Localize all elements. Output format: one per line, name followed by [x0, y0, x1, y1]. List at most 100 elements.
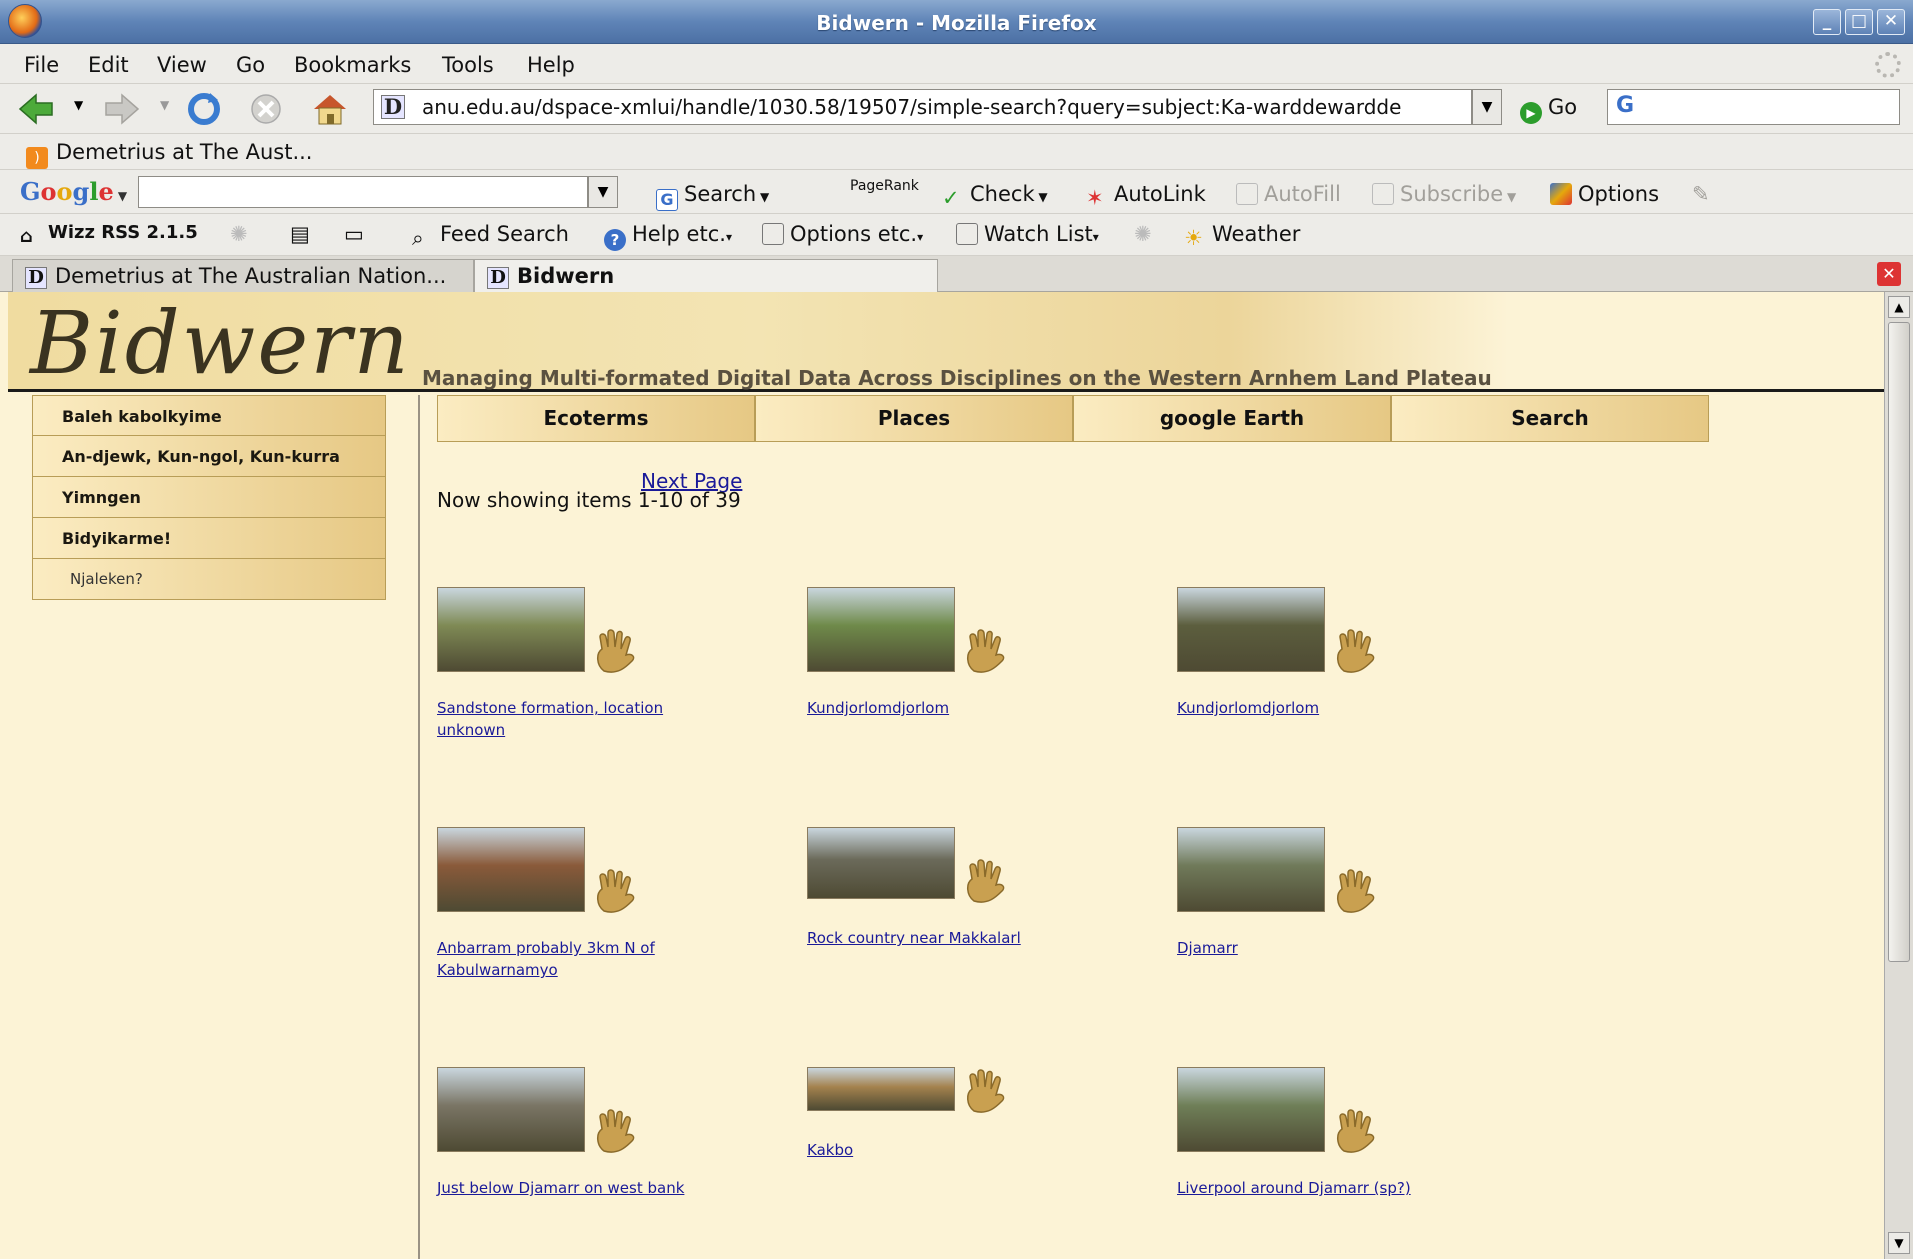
highlighter-icon[interactable]: ✎	[1692, 182, 1710, 206]
google-search-button[interactable]: G Search ▼	[656, 182, 769, 211]
spell-check-button[interactable]: ✓ Check ▼	[942, 182, 1048, 210]
result-thumbnail[interactable]	[807, 587, 955, 672]
site-favicon-icon: D	[381, 95, 405, 119]
google-search-dropdown[interactable]: ▼	[588, 176, 618, 208]
autolink-button[interactable]: ✶ AutoLink	[1086, 182, 1206, 210]
sidebar-item-baleh-kabolkyime[interactable]: Baleh kabolkyime	[32, 395, 386, 436]
wand-icon: ✶	[1086, 186, 1104, 210]
result-thumbnail[interactable]	[1177, 827, 1325, 912]
hand-icon[interactable]	[1332, 867, 1382, 915]
google-logo[interactable]: Google ▼	[20, 177, 127, 206]
result-caption-link[interactable]: Liverpool around Djamarr (sp?)	[1177, 1177, 1447, 1199]
home-icon[interactable]	[310, 91, 350, 127]
nav-search[interactable]: Search	[1391, 395, 1709, 442]
subscribe-button[interactable]: Subscribe ▼	[1372, 182, 1516, 206]
bookmark-demetrius[interactable]: ) Demetrius at The Aust...	[26, 140, 312, 169]
close-window-button[interactable]: ✕	[1877, 9, 1905, 35]
browser-window: Bidwern - Mozilla Firefox _ □ ✕ File Edi…	[0, 0, 1913, 1259]
go-button[interactable]: ▶ Go	[1520, 95, 1577, 124]
result-item: Kundjorlomdjorlom	[1177, 587, 1477, 747]
sidebar-item-njaleken[interactable]: Njaleken?	[32, 559, 386, 600]
sidebar-item-yimngen[interactable]: Yimngen	[32, 477, 386, 518]
help-etc-button[interactable]: ? Help etc.▾	[604, 222, 732, 251]
hand-icon[interactable]	[962, 627, 1012, 675]
sidebar-item-bidyikarme[interactable]: Bidyikarme!	[32, 518, 386, 559]
hand-icon[interactable]	[592, 1107, 642, 1155]
result-caption-link[interactable]: Anbarram probably 3km N of Kabulwarnamyo	[437, 937, 727, 981]
hand-icon[interactable]	[592, 627, 642, 675]
navigation-toolbar: ▼ ▼ D anu.edu.au/dspace-xmlui/handle/103…	[0, 84, 1913, 134]
result-caption-link[interactable]: Sandstone formation, location unknown	[437, 697, 727, 741]
scroll-up-icon[interactable]: ▲	[1888, 296, 1910, 318]
menu-file[interactable]: File	[24, 53, 59, 77]
result-caption-link[interactable]: Kundjorlomdjorlom	[1177, 697, 1447, 719]
scroll-down-icon[interactable]: ▼	[1888, 1232, 1910, 1254]
url-input[interactable]: D anu.edu.au/dspace-xmlui/handle/1030.58…	[373, 89, 1472, 125]
site-logo[interactable]: Bidwern	[30, 294, 411, 394]
wizz-rss-button[interactable]: ⌂ Wizz RSS 2.1.5	[20, 222, 198, 248]
watch-list-button[interactable]: Watch List▾	[956, 222, 1099, 246]
options-etc-button[interactable]: Options etc.▾	[762, 222, 923, 246]
forward-arrow-icon[interactable]	[102, 91, 142, 127]
menu-help[interactable]: Help	[527, 53, 575, 77]
menu-tools[interactable]: Tools	[442, 53, 494, 77]
menu-view[interactable]: View	[157, 53, 207, 77]
tab-demetrius[interactable]: D Demetrius at The Australian Nation...	[12, 259, 474, 292]
result-thumbnail[interactable]	[437, 587, 585, 672]
close-tab-icon[interactable]: ✕	[1877, 262, 1901, 286]
forward-dropdown-icon[interactable]: ▼	[160, 98, 169, 112]
menu-edit[interactable]: Edit	[88, 53, 129, 77]
google-g-icon: G	[656, 189, 678, 211]
tab-bidwern[interactable]: D Bidwern	[474, 259, 938, 293]
nav-places[interactable]: Places	[755, 395, 1073, 442]
search-engine-input[interactable]: G	[1607, 89, 1900, 125]
menu-go[interactable]: Go	[236, 53, 265, 77]
weather-button[interactable]: ☀ Weather	[1184, 222, 1300, 250]
google-options-button[interactable]: Options	[1550, 182, 1659, 206]
result-caption-link[interactable]: Djamarr	[1177, 937, 1447, 959]
google-search-input[interactable]	[138, 176, 588, 208]
top-nav: Ecoterms Places google Earth Search	[437, 395, 1709, 442]
autofill-button[interactable]: AutoFill	[1236, 182, 1341, 206]
minimize-button[interactable]: _	[1813, 9, 1841, 35]
result-item: Kundjorlomdjorlom	[807, 587, 1107, 747]
result-thumbnail[interactable]	[807, 1067, 955, 1111]
result-thumbnail[interactable]	[1177, 587, 1325, 672]
reload-icon[interactable]	[184, 91, 224, 127]
tab-favicon-icon: D	[25, 267, 47, 289]
house-icon: ⌂	[20, 226, 33, 247]
sidebar-item-an-djewk[interactable]: An-djewk, Kun-ngol, Kun-kurra	[32, 436, 386, 477]
vertical-scrollbar[interactable]: ▲ ▼	[1884, 292, 1913, 1259]
hand-icon[interactable]	[962, 1067, 1012, 1115]
hand-icon[interactable]	[1332, 627, 1382, 675]
nav-google-earth[interactable]: google Earth	[1073, 395, 1391, 442]
nav-ecoterms[interactable]: Ecoterms	[437, 395, 755, 442]
result-thumbnail[interactable]	[807, 827, 955, 899]
url-dropdown-button[interactable]: ▼	[1472, 89, 1502, 125]
back-dropdown-icon[interactable]: ▼	[74, 98, 83, 112]
pagerank-button[interactable]: PageRank	[850, 178, 919, 194]
window-title: Bidwern - Mozilla Firefox	[816, 11, 1097, 35]
maximize-button[interactable]: □	[1845, 9, 1873, 35]
result-thumbnail[interactable]	[1177, 1067, 1325, 1152]
hand-icon[interactable]	[592, 867, 642, 915]
hand-icon[interactable]	[962, 857, 1012, 905]
result-caption-link[interactable]: Rock country near Makkalarl	[807, 927, 1077, 949]
stop-icon[interactable]	[246, 91, 286, 127]
title-bar: Bidwern - Mozilla Firefox _ □ ✕	[0, 0, 1913, 44]
result-thumbnail[interactable]	[437, 1067, 585, 1152]
result-caption-link[interactable]: Kundjorlomdjorlom	[807, 697, 1077, 719]
scroll-thumb[interactable]	[1888, 322, 1910, 962]
tab-bar: D Demetrius at The Australian Nation... D…	[0, 256, 1913, 293]
menu-bookmarks[interactable]: Bookmarks	[294, 53, 411, 77]
back-arrow-icon[interactable]	[16, 91, 56, 127]
result-caption-link[interactable]: Kakbo	[807, 1139, 1077, 1161]
result-caption-link[interactable]: Just below Djamarr on west bank	[437, 1177, 727, 1199]
result-item: Just below Djamarr on west bank	[437, 1067, 777, 1227]
options-icon	[1550, 183, 1572, 205]
sidebar-toggle-icon[interactable]: ▤	[290, 222, 310, 246]
feed-search-button[interactable]: ⌕ Feed Search	[412, 222, 569, 250]
hand-icon[interactable]	[1332, 1107, 1382, 1155]
result-thumbnail[interactable]	[437, 827, 585, 912]
window-toggle-icon[interactable]: ▭	[344, 222, 364, 246]
